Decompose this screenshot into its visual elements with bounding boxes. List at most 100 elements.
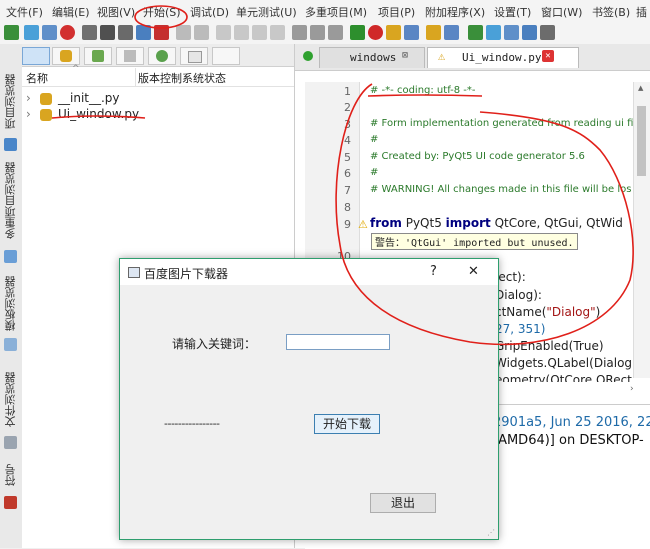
translations-tab-icon[interactable] xyxy=(148,47,176,65)
resources-tab-icon[interactable] xyxy=(116,47,144,65)
python-debug-icon[interactable] xyxy=(426,25,441,40)
tab-multiproject-browser[interactable]: 多重项目浏览器 xyxy=(3,162,19,239)
tab-template-browser[interactable]: 模板浏览器 xyxy=(3,276,19,331)
tab-close-icon[interactable]: ⊠ xyxy=(402,50,408,61)
warning-tooltip: 警告：'QtGui' imported but unused. xyxy=(371,233,578,250)
menu-start[interactable]: 开始(S) xyxy=(143,4,181,20)
file-browser-icon xyxy=(4,436,17,449)
python-icon[interactable] xyxy=(386,25,401,40)
sources-tab-icon[interactable] xyxy=(22,47,50,65)
toggle-comment-icon[interactable] xyxy=(328,25,343,40)
keyword-label: 请输入关键词： xyxy=(172,337,257,351)
tab-symbols[interactable]: 符号 xyxy=(3,464,19,486)
breakpoint-icon[interactable] xyxy=(540,25,555,40)
step-over-icon[interactable] xyxy=(486,25,501,40)
menu-file[interactable]: 文件(F) xyxy=(6,4,43,20)
redo-icon[interactable] xyxy=(194,25,209,40)
close-button[interactable]: ✕ xyxy=(468,264,479,279)
string-literal: "Dialog" xyxy=(546,305,596,319)
scroll-thumb[interactable] xyxy=(637,106,646,176)
menu-debug[interactable]: 调试(D) xyxy=(190,4,229,20)
start-download-button[interactable]: 开始下载 xyxy=(314,414,380,434)
menu-project[interactable]: 项目(P) xyxy=(378,4,415,20)
tree-item-ui-window[interactable]: › Ui_window.py xyxy=(22,106,294,124)
scroll-up-icon[interactable]: ▲ xyxy=(638,84,643,92)
template-icon xyxy=(4,338,17,351)
close-file-icon[interactable] xyxy=(60,25,75,40)
menu-multiproject[interactable]: 多重项目(M) xyxy=(305,4,367,20)
menu-more[interactable]: 插 xyxy=(636,4,647,20)
module-name: PyQt5 xyxy=(401,216,446,230)
shell-line: 2901a5, Jun 25 2016, 22 xyxy=(493,415,650,430)
debug-icon[interactable] xyxy=(404,25,419,40)
python-file-icon xyxy=(40,109,52,121)
project-browser-icon xyxy=(4,138,17,151)
interfaces-tab-icon[interactable] xyxy=(180,47,208,65)
resize-grip-icon[interactable]: ⋰ xyxy=(487,528,495,537)
tab-ui-window[interactable]: ⚠ Ui_window.py ✕ xyxy=(427,47,579,68)
profile-icon[interactable] xyxy=(444,25,459,40)
toolbar xyxy=(0,22,650,45)
print-icon[interactable] xyxy=(136,25,151,40)
new-project-icon[interactable] xyxy=(24,25,39,40)
tab-close-icon[interactable]: ✕ xyxy=(542,50,554,62)
save-icon[interactable] xyxy=(82,25,97,40)
dialog-titlebar[interactable]: 百度图片下载器 ? ✕ xyxy=(120,259,498,285)
code-line: # Form implementation generated from rea… xyxy=(370,118,634,129)
code-line: # -*- coding: utf-8 -*- xyxy=(370,85,476,96)
menu-bar: 文件(F) 编辑(E) 视图(V) 开始(S) 调试(D) 单元测试(U) 多重… xyxy=(0,0,650,23)
editor-tab-bar: windows ⊠ ⚠ Ui_window.py ✕ xyxy=(295,44,650,71)
menu-addons[interactable]: 附加程序(X) xyxy=(425,4,485,20)
exit-button[interactable]: 退出 xyxy=(370,493,436,513)
close-all-icon[interactable] xyxy=(154,25,169,40)
continue-icon[interactable] xyxy=(522,25,537,40)
code-line: ject): xyxy=(495,270,526,284)
column-name[interactable]: 名称 xyxy=(26,70,48,86)
menu-unittest[interactable]: 单元测试(U) xyxy=(236,4,297,20)
code-line: Dialog): xyxy=(495,288,542,302)
new-icon[interactable] xyxy=(4,25,19,40)
code-line: eometry(QtCore.QRect xyxy=(495,373,632,382)
step-icon[interactable] xyxy=(468,25,483,40)
file-name: Ui_window.py xyxy=(58,107,140,121)
tab-windows[interactable]: windows ⊠ xyxy=(319,47,425,68)
tab-file-browser[interactable]: 文件浏览器 xyxy=(3,372,19,427)
chevron-right-icon[interactable]: › xyxy=(26,91,31,105)
code-line: ctName("Dialog") xyxy=(495,305,600,319)
keyword-input[interactable] xyxy=(286,334,390,350)
save-as-icon[interactable] xyxy=(100,25,115,40)
stop-icon[interactable] xyxy=(368,25,383,40)
forms-tab-icon[interactable] xyxy=(84,47,112,65)
file-name: __init__.py xyxy=(58,91,120,105)
menu-bookmarks[interactable]: 书签(B) xyxy=(592,4,630,20)
tab-project-browser[interactable]: 项目浏览器 xyxy=(3,74,19,129)
menu-settings[interactable]: 设置(T) xyxy=(494,4,531,20)
scroll-right-icon[interactable]: › xyxy=(630,384,634,394)
menu-window[interactable]: 窗口(W) xyxy=(541,4,582,20)
comment-icon[interactable] xyxy=(292,25,307,40)
code-line: # Created by: PyQt5 UI code generator 5.… xyxy=(370,151,585,162)
menu-edit[interactable]: 编辑(E) xyxy=(52,4,90,20)
side-tab-strip: 项目浏览器 多重项目浏览器 模板浏览器 文件浏览器 符号 xyxy=(0,44,23,548)
copy-icon[interactable] xyxy=(234,25,249,40)
column-vcs-status[interactable]: 版本控制系统状态 xyxy=(138,70,226,86)
warning-icon: ⚠ xyxy=(438,49,446,63)
run-icon[interactable] xyxy=(350,25,365,40)
python-tab-icon[interactable] xyxy=(52,47,80,65)
cut-icon[interactable] xyxy=(216,25,231,40)
python-file-icon xyxy=(40,93,52,105)
undo-icon[interactable] xyxy=(176,25,191,40)
menu-view[interactable]: 视图(V) xyxy=(97,4,135,20)
step-out-icon[interactable] xyxy=(504,25,519,40)
others-tab-icon[interactable] xyxy=(212,47,240,65)
uncomment-icon[interactable] xyxy=(310,25,325,40)
editor-scrollbar[interactable]: ▲ xyxy=(633,82,650,378)
help-button[interactable]: ? xyxy=(430,264,437,279)
import-list: QtCore, QtGui, QtWid xyxy=(490,216,623,230)
delete-icon[interactable] xyxy=(270,25,285,40)
save-all-icon[interactable] xyxy=(118,25,133,40)
paste-icon[interactable] xyxy=(252,25,267,40)
open-icon[interactable] xyxy=(42,25,57,40)
chevron-right-icon[interactable]: › xyxy=(26,107,31,121)
tab-label: windows xyxy=(350,51,397,64)
